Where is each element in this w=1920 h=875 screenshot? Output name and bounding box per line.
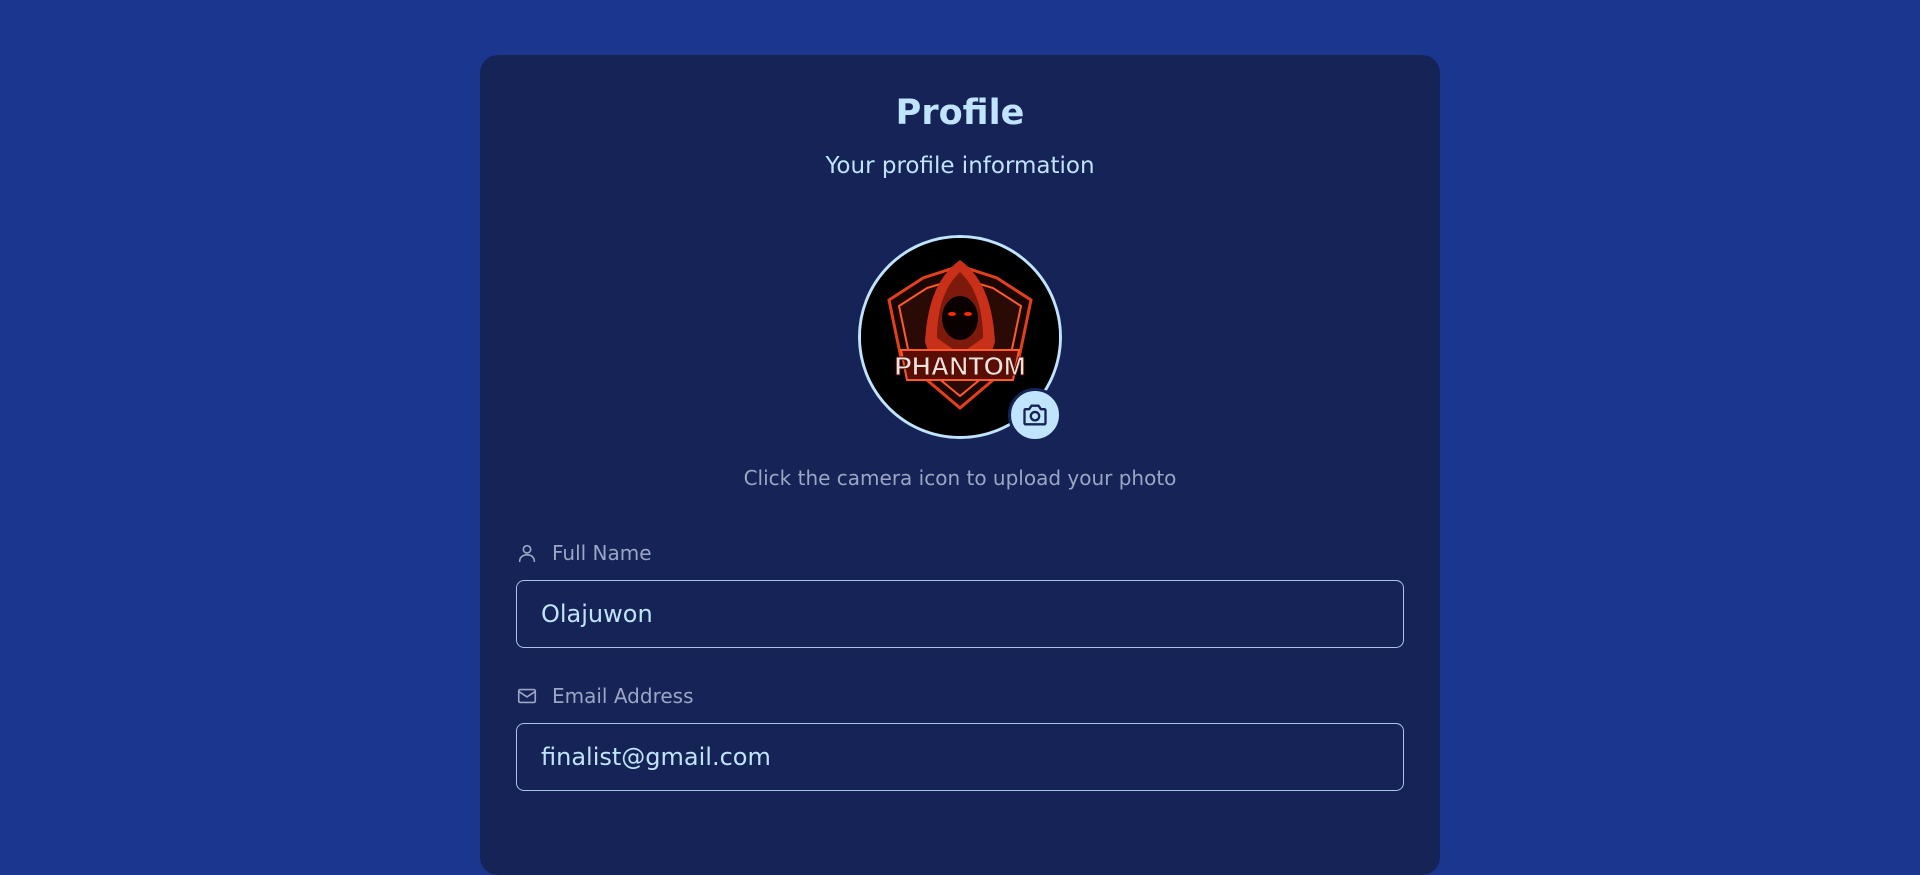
page-title: Profile: [895, 93, 1025, 133]
page-subtitle: Your profile information: [825, 153, 1095, 179]
email-label: Email Address: [516, 684, 694, 708]
email-label-text: Email Address: [552, 684, 694, 708]
email-field[interactable]: [516, 723, 1404, 791]
mail-icon: [516, 684, 540, 708]
upload-photo-button[interactable]: [1008, 388, 1062, 442]
full-name-label-text: Full Name: [552, 541, 652, 565]
user-icon: [516, 541, 540, 565]
full-name-field[interactable]: [516, 580, 1404, 648]
full-name-label: Full Name: [516, 541, 652, 565]
avatar-wordmark: PHANTOM: [895, 351, 1026, 381]
camera-icon: [1023, 404, 1047, 426]
profile-card: Profile Your profile information PHANTOM: [480, 55, 1440, 875]
upload-hint: Click the camera icon to upload your pho…: [743, 466, 1177, 490]
